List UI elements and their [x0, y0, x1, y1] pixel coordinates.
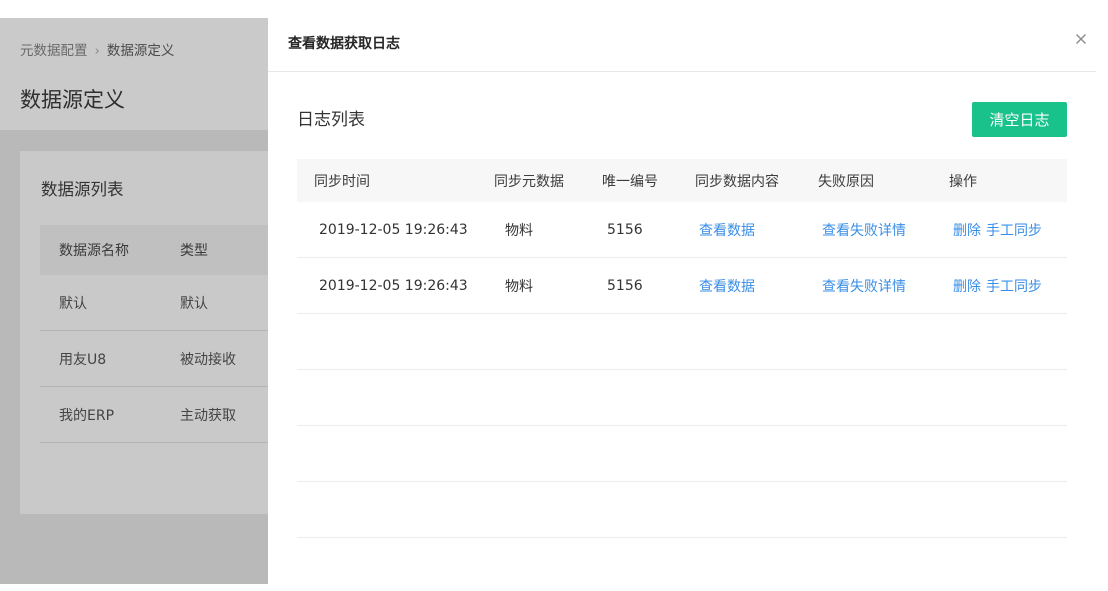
sync-metadata: 物料 — [505, 222, 533, 239]
table-row: 2019-12-05 19:26:43 物料 5156 查看数据 查看失败详情 … — [297, 258, 1067, 314]
breadcrumb-parent[interactable]: 元数据配置 — [20, 43, 88, 59]
breadcrumb-current: 数据源定义 — [106, 43, 175, 59]
view-data-link[interactable]: 查看数据 — [699, 220, 755, 240]
empty-row — [297, 314, 1067, 370]
sync-metadata: 物料 — [505, 278, 533, 295]
column-header-sync-metadata: 同步元数据 — [494, 173, 564, 190]
empty-row — [297, 426, 1067, 482]
view-data-link[interactable]: 查看数据 — [699, 276, 755, 296]
delete-link[interactable]: 删除 — [953, 276, 981, 296]
view-failure-details-link[interactable]: 查看失败详情 — [822, 276, 906, 296]
table-row[interactable]: 用友U8 被动接收 — [40, 331, 268, 387]
column-header-type: 类型 — [180, 243, 208, 259]
clear-log-button[interactable]: 清空日志 — [972, 102, 1067, 137]
close-icon[interactable] — [1073, 31, 1089, 47]
datasource-name: 默认 — [59, 295, 87, 312]
delete-link[interactable]: 删除 — [953, 220, 981, 240]
page-header: 元数据配置 › 数据源定义 数据源定义 — [0, 18, 268, 130]
table-row[interactable]: 默认 默认 — [40, 275, 268, 331]
unique-id: 5156 — [607, 277, 643, 294]
manual-sync-link[interactable]: 手工同步 — [986, 276, 1042, 296]
table-header: 同步时间 同步元数据 唯一编号 同步数据内容 失败原因 操作 — [297, 159, 1067, 202]
background-page: 元数据配置 › 数据源定义 数据源定义 数据源列表 数据源名称 类型 默认 默认 用… — [0, 18, 268, 584]
log-table: 同步时间 同步元数据 唯一编号 同步数据内容 失败原因 操作 2019-12-0… — [297, 159, 1067, 538]
column-header-sync-content: 同步数据内容 — [695, 173, 779, 190]
log-drawer: 查看数据获取日志 日志列表 清空日志 同步时间 同步元数据 唯一编号 同步数据内… — [268, 18, 1108, 591]
table-header: 数据源名称 类型 — [40, 225, 268, 275]
breadcrumb: 元数据配置 › 数据源定义 — [20, 39, 174, 59]
empty-row — [297, 482, 1067, 538]
datasource-name: 我的ERP — [59, 407, 115, 424]
row-actions: 删除 手工同步 — [953, 202, 1042, 257]
view-failure-details-link[interactable]: 查看失败详情 — [822, 220, 906, 240]
drawer-title: 查看数据获取日志 — [288, 36, 400, 52]
card-title: 数据源列表 — [41, 180, 124, 199]
column-header-failure-reason: 失败原因 — [818, 173, 874, 190]
table-row[interactable]: 我的ERP 主动获取 — [40, 387, 268, 443]
table-row: 2019-12-05 19:26:43 物料 5156 查看数据 查看失败详情 … — [297, 202, 1067, 258]
datasource-list-card: 数据源列表 数据源名称 类型 默认 默认 用友U8 被动接收 我的ERP 主动获… — [20, 151, 268, 514]
empty-row — [297, 370, 1067, 426]
column-header-sync-time: 同步时间 — [314, 173, 370, 190]
datasource-type: 被动接收 — [180, 351, 236, 368]
sync-time: 2019-12-05 19:26:43 — [319, 277, 468, 294]
drawer-header: 查看数据获取日志 — [268, 18, 1096, 72]
column-header-actions: 操作 — [949, 173, 977, 190]
page-title: 数据源定义 — [20, 88, 125, 112]
datasource-name: 用友U8 — [59, 351, 107, 368]
datasource-type: 主动获取 — [180, 407, 236, 424]
manual-sync-link[interactable]: 手工同步 — [986, 220, 1042, 240]
datasource-type: 默认 — [180, 295, 208, 312]
column-header-unique-id: 唯一编号 — [602, 173, 658, 190]
row-actions: 删除 手工同步 — [953, 258, 1042, 313]
column-header-name: 数据源名称 — [59, 243, 129, 259]
datasource-table: 数据源名称 类型 默认 默认 用友U8 被动接收 我的ERP 主动获取 — [40, 225, 268, 443]
unique-id: 5156 — [607, 221, 643, 238]
sync-time: 2019-12-05 19:26:43 — [319, 221, 468, 238]
breadcrumb-separator: › — [94, 43, 100, 59]
log-list-title: 日志列表 — [297, 110, 365, 130]
